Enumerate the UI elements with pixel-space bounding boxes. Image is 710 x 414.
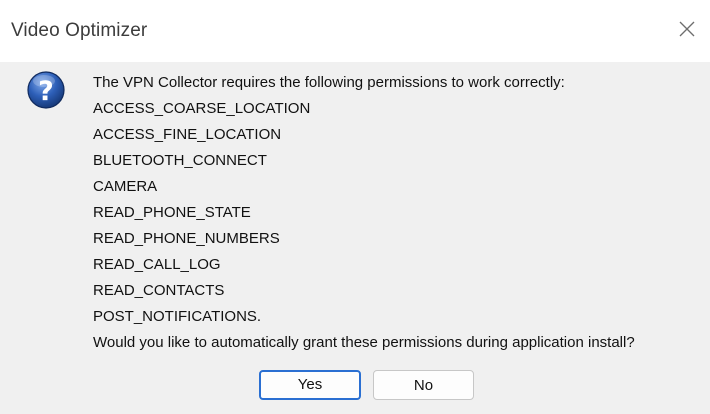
message-question: Would you like to automatically grant th… <box>93 334 635 351</box>
permission-item: POST_NOTIFICATIONS. <box>93 308 262 325</box>
question-icon: ? <box>27 71 65 109</box>
window-title: Video Optimizer <box>11 20 148 41</box>
permission-item: ACCESS_COARSE_LOCATION <box>93 100 311 117</box>
permission-item: CAMERA <box>93 178 158 195</box>
permission-item: READ_CALL_LOG <box>93 256 221 273</box>
permission-item: BLUETOOTH_CONNECT <box>93 152 267 169</box>
yes-button[interactable]: Yes <box>259 370 361 400</box>
permission-item: ACCESS_FINE_LOCATION <box>93 126 282 143</box>
permission-item: READ_PHONE_STATE <box>93 204 251 221</box>
no-button[interactable]: No <box>373 370 474 400</box>
svg-text:?: ? <box>38 76 54 107</box>
permission-item: READ_PHONE_NUMBERS <box>93 230 280 247</box>
message-intro: The VPN Collector requires the following… <box>93 74 565 91</box>
close-icon[interactable] <box>676 18 698 40</box>
title-bar: Video Optimizer <box>0 0 710 62</box>
permission-item: READ_CONTACTS <box>93 282 225 299</box>
message-text: The VPN Collector requires the following… <box>93 70 635 356</box>
